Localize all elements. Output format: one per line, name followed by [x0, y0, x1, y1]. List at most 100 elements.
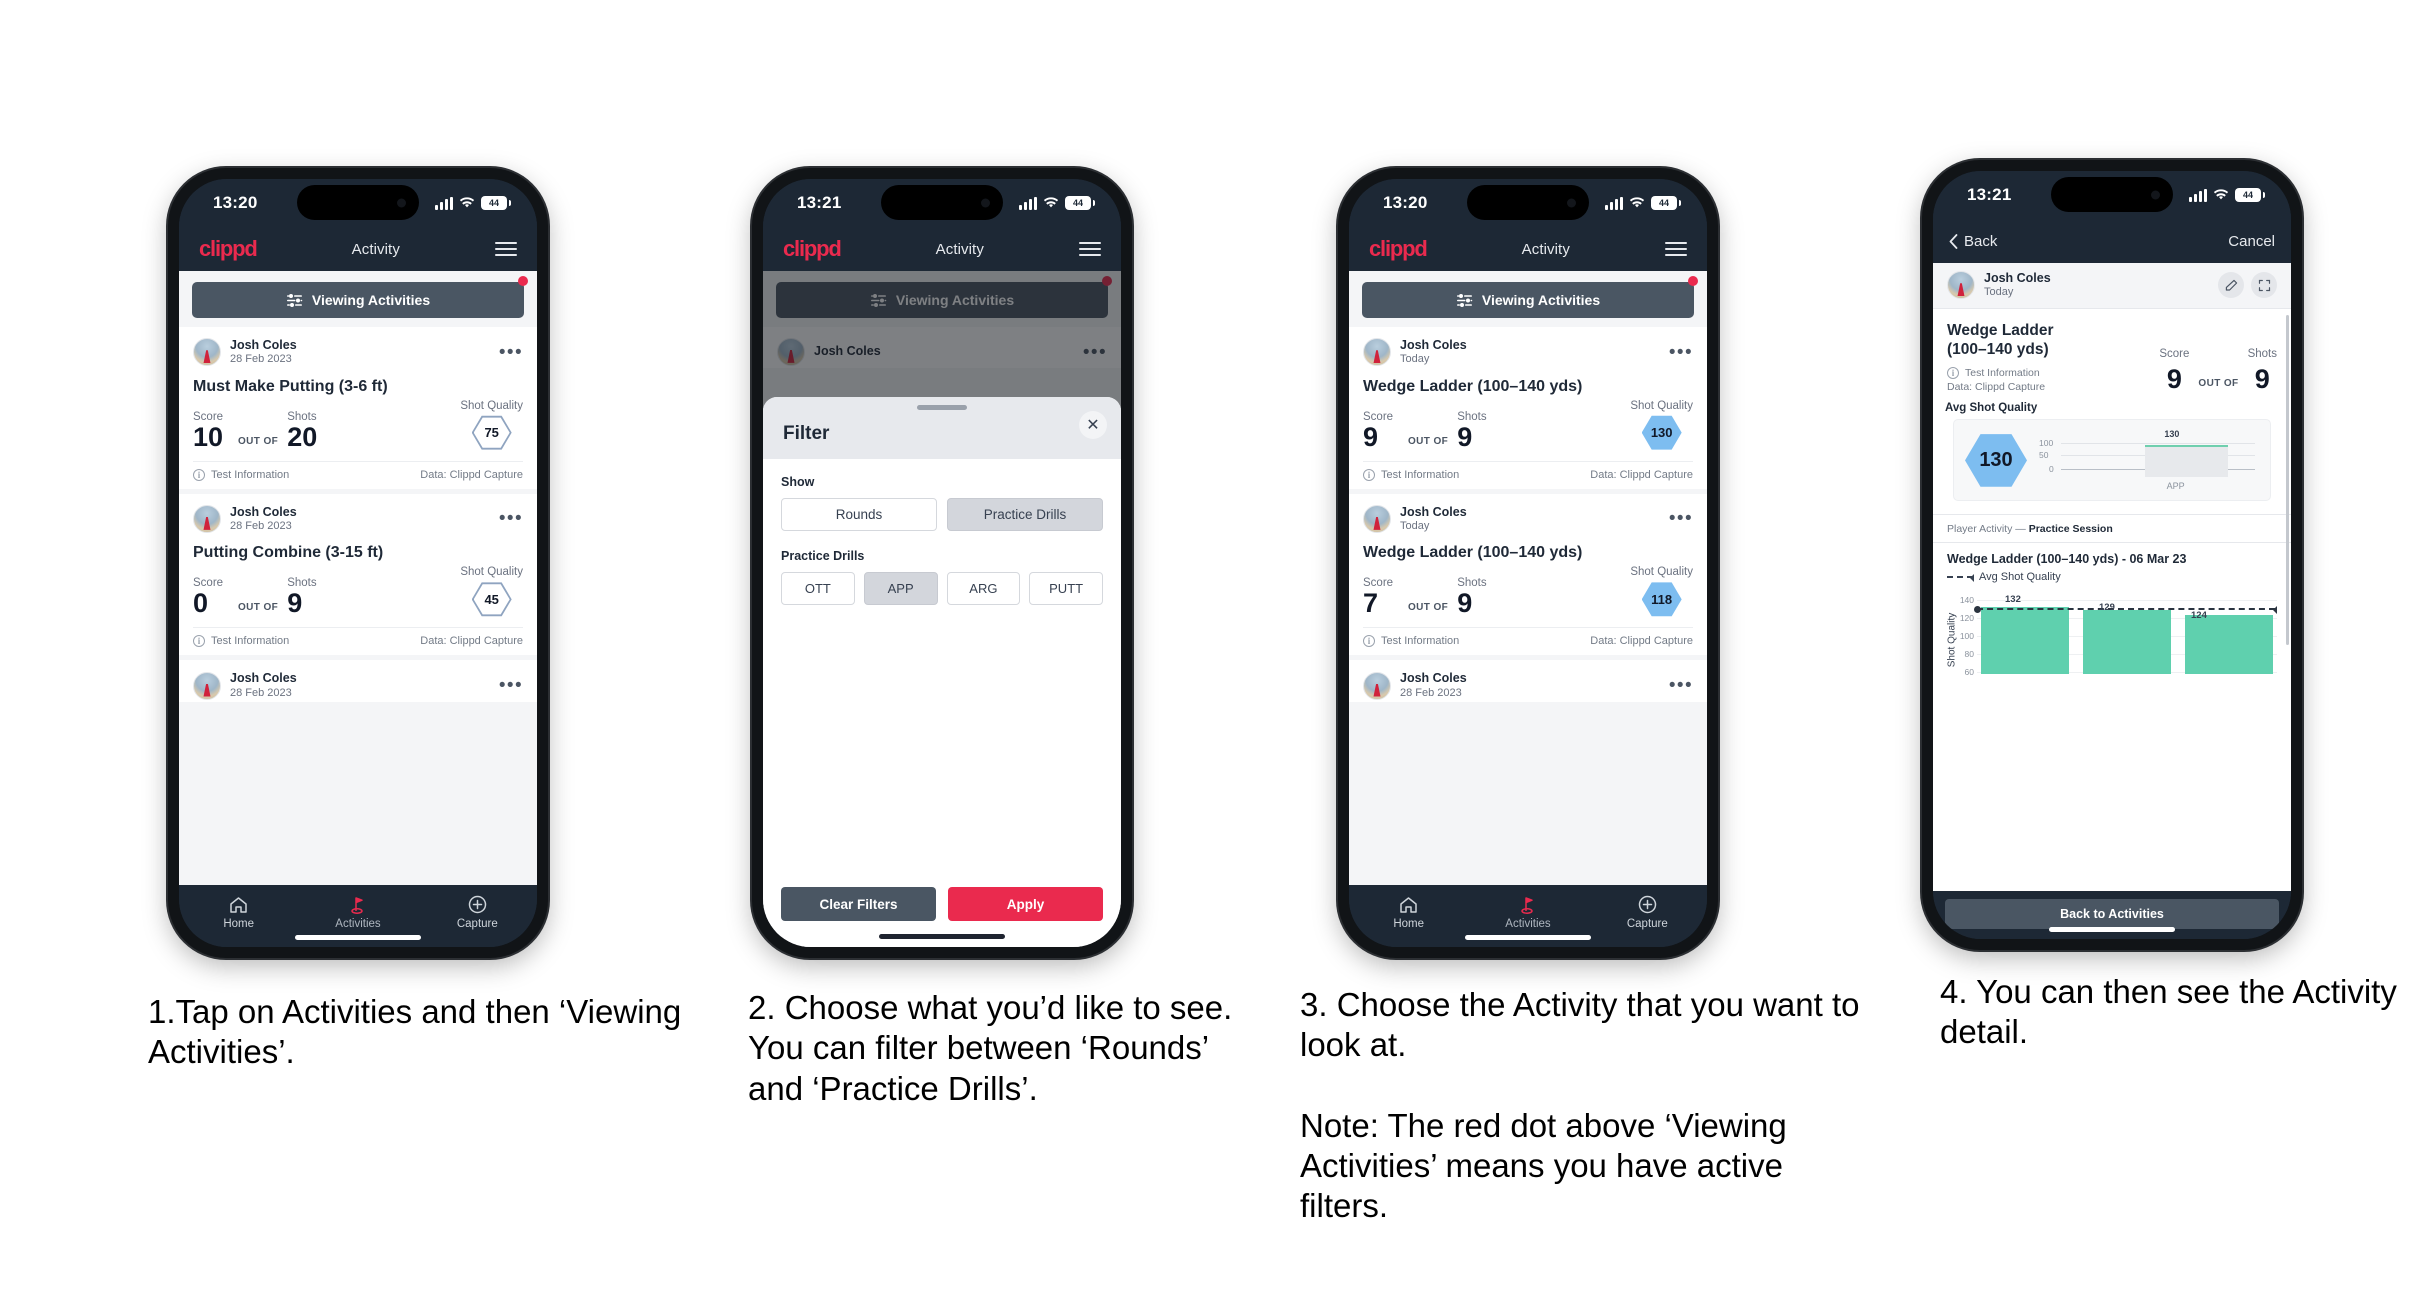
- info-icon[interactable]: i: [1363, 635, 1375, 648]
- viewing-activities-button[interactable]: Viewing Activities: [192, 282, 524, 318]
- clippd-logo[interactable]: clippd: [1369, 236, 1428, 262]
- card-title: Must Make Putting (3-6 ft): [193, 377, 388, 395]
- show-option-practice-drills[interactable]: Practice Drills: [947, 498, 1103, 531]
- avatar: [1947, 271, 1975, 300]
- shot-quality-hexagon: 45: [471, 582, 512, 617]
- show-option-rounds[interactable]: Rounds: [781, 498, 937, 531]
- data-source-label: Data: Clippd Capture: [1590, 468, 1693, 481]
- back-to-activities-button[interactable]: Back to Activities: [1945, 899, 2279, 929]
- menu-icon[interactable]: [1665, 242, 1687, 256]
- menu-icon[interactable]: [495, 242, 517, 256]
- info-icon[interactable]: i: [193, 635, 205, 648]
- menu-icon[interactable]: [1079, 242, 1101, 256]
- tab-activities[interactable]: Activities: [298, 894, 417, 930]
- mini-chart-xlabel: APP: [2166, 481, 2185, 492]
- tab-home[interactable]: Home: [1349, 894, 1468, 930]
- avg-line-icon: [1947, 574, 1974, 583]
- phone-2-filter-sheet: 13:21 44 clippd Activity Viewing Activit…: [752, 168, 1132, 958]
- shots-value: 20: [287, 421, 318, 452]
- avatar: [193, 338, 221, 367]
- detail-date: Today: [1984, 286, 2014, 299]
- tab-capture[interactable]: Capture: [1588, 894, 1707, 930]
- activity-card-list[interactable]: Josh Coles Today ••• Wedge Ladder (100–1…: [1349, 327, 1707, 885]
- status-bar: 13:20 44: [1349, 179, 1707, 227]
- plus-circle-icon: [418, 894, 537, 915]
- activity-card[interactable]: Josh Coles 28 Feb 2023 ••• Putting Combi…: [179, 493, 537, 656]
- shot-quality-value: 45: [473, 584, 510, 615]
- card-overflow-menu-icon[interactable]: •••: [1669, 676, 1693, 695]
- clear-filters-button[interactable]: Clear Filters: [781, 887, 936, 921]
- filter-sliders-icon: [1456, 293, 1473, 307]
- breadcrumb-prefix: Player Activity —: [1947, 523, 2029, 536]
- viewing-activities-button[interactable]: Viewing Activities: [1362, 282, 1694, 318]
- card-overflow-menu-icon[interactable]: •••: [1669, 509, 1693, 528]
- activity-card[interactable]: Josh Coles Today ••• Wedge Ladder (100–1…: [1349, 493, 1707, 656]
- session-bar-label-3: 124: [2191, 610, 2207, 622]
- activity-card-list[interactable]: Josh Coles 28 Feb 2023 ••• Must Make Put…: [179, 327, 537, 885]
- activity-card-partial[interactable]: Josh Coles 28 Feb 2023 •••: [1349, 660, 1707, 702]
- status-time: 13:20: [213, 193, 258, 212]
- tab-activities[interactable]: Activities: [1468, 894, 1587, 930]
- pencil-icon[interactable]: [2218, 272, 2244, 299]
- detail-title: Wedge Ladder (100–140 yds): [1947, 321, 2054, 359]
- avg-shot-quality-label: Avg Shot Quality: [1945, 402, 2038, 415]
- cellular-signal-icon: [435, 196, 453, 210]
- sheet-grabber[interactable]: [917, 405, 967, 410]
- info-icon[interactable]: i: [1363, 468, 1375, 481]
- expand-icon[interactable]: [2251, 272, 2277, 299]
- detail-footer: Back to Activities: [1933, 891, 2291, 939]
- avatar: [1363, 671, 1391, 700]
- card-overflow-menu-icon[interactable]: •••: [499, 509, 523, 528]
- session-chart-legend-label: Avg Shot Quality: [1979, 571, 2061, 584]
- clippd-logo[interactable]: clippd: [199, 236, 258, 262]
- card-date: 28 Feb 2023: [1400, 686, 1462, 699]
- drill-option-putt[interactable]: PUTT: [1029, 572, 1103, 605]
- data-source-label: Data: Clippd Capture: [420, 468, 523, 481]
- drill-option-arg[interactable]: ARG: [946, 572, 1021, 605]
- activity-card-partial[interactable]: Josh Coles 28 Feb 2023 •••: [179, 660, 537, 702]
- card-date: Today: [1400, 353, 1430, 366]
- score-value: 10: [193, 421, 224, 452]
- caption-step-3: 3. Choose the Activity that you want to …: [1300, 986, 1860, 1225]
- close-icon[interactable]: ✕: [1079, 411, 1107, 439]
- avatar: [193, 504, 221, 533]
- drill-option-app[interactable]: APP: [863, 572, 938, 605]
- wifi-icon: [1043, 197, 1059, 208]
- scrollbar[interactable]: [2286, 315, 2289, 645]
- cancel-button[interactable]: Cancel: [2228, 233, 2275, 250]
- detail-body: Josh Coles Today Wedge Ladder (100–140 y…: [1933, 263, 2291, 891]
- back-button[interactable]: Back: [1949, 233, 1997, 250]
- test-information-label: Test Information: [1965, 367, 2040, 380]
- tab-home-label: Home: [1393, 918, 1424, 930]
- wifi-icon: [2213, 189, 2229, 200]
- plus-circle-icon: [1588, 894, 1707, 915]
- tab-home[interactable]: Home: [179, 894, 298, 930]
- shots-label: Shots: [287, 410, 317, 423]
- card-date: Today: [1400, 519, 1430, 532]
- card-title: Wedge Ladder (100–140 yds): [1363, 377, 1583, 395]
- activity-card[interactable]: Josh Coles 28 Feb 2023 ••• Must Make Put…: [179, 327, 537, 489]
- activity-card[interactable]: Josh Coles Today ••• Wedge Ladder (100–1…: [1349, 327, 1707, 489]
- avatar: [193, 671, 221, 700]
- status-bar: 13:21 44: [763, 179, 1121, 227]
- show-options-row: Rounds Practice Drills: [781, 498, 1103, 531]
- drill-option-ott[interactable]: OTT: [781, 572, 855, 605]
- filter-sliders-icon: [286, 293, 303, 307]
- card-overflow-menu-icon[interactable]: •••: [1669, 343, 1693, 362]
- info-icon[interactable]: i: [193, 468, 205, 481]
- out-of-label: OUT OF: [238, 435, 279, 447]
- info-icon[interactable]: i: [1947, 367, 1959, 380]
- app-nav-bar: clippd Activity: [179, 227, 537, 271]
- card-overflow-menu-icon[interactable]: •••: [499, 676, 523, 695]
- mini-chart-ytick-100: 100: [2039, 438, 2054, 449]
- shots-value: 9: [1457, 421, 1473, 452]
- card-overflow-menu-icon[interactable]: •••: [499, 343, 523, 362]
- test-information-label: Test Information: [211, 635, 290, 648]
- tab-capture[interactable]: Capture: [418, 894, 537, 930]
- shot-quality-label: Shot Quality: [1630, 399, 1693, 412]
- clippd-logo[interactable]: clippd: [783, 236, 842, 262]
- tab-home-label: Home: [223, 918, 254, 930]
- card-title: Wedge Ladder (100–140 yds): [1363, 544, 1583, 562]
- dynamic-island: [297, 185, 419, 220]
- apply-button[interactable]: Apply: [948, 887, 1103, 921]
